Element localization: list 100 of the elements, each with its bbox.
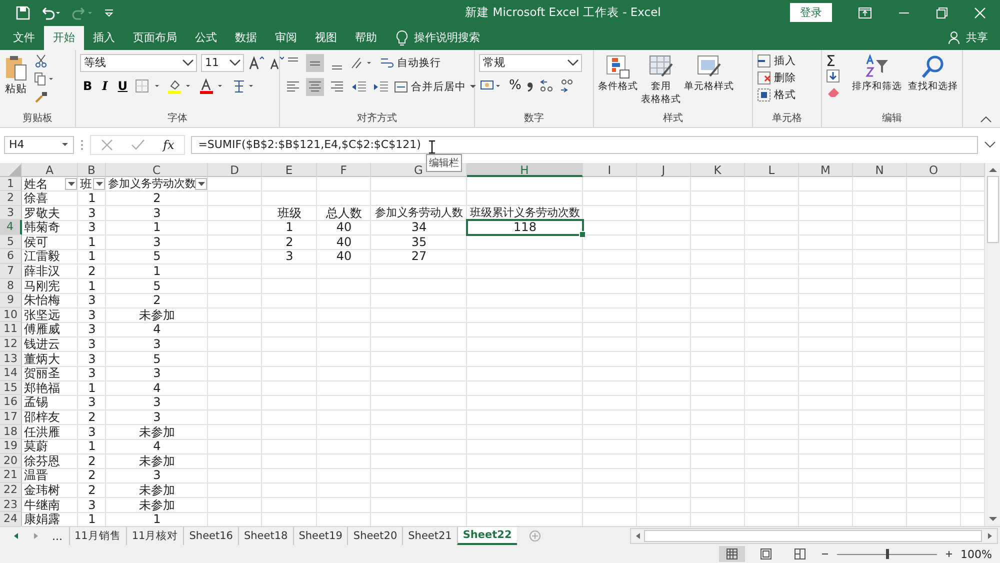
cut-icon[interactable] (34, 54, 48, 68)
scrollbar-thumb[interactable] (644, 530, 982, 542)
ribbon-tab[interactable]: 帮助 (346, 26, 386, 50)
table-cell: 3 (88, 424, 96, 440)
drag-handle-icon[interactable] (80, 138, 84, 150)
font-style-button[interactable]: I (99, 78, 111, 93)
chevron-down-icon (567, 58, 579, 67)
ribbon-tab[interactable]: 视图 (306, 26, 346, 50)
undo-icon[interactable] (40, 6, 62, 20)
filter-button[interactable] (65, 178, 77, 190)
zoom-in-icon[interactable] (944, 550, 953, 558)
font-size-dropdown[interactable]: 11 (201, 54, 244, 72)
lightbulb-icon (396, 30, 408, 46)
table-cell: 韩菊奇 (24, 220, 60, 235)
zoom-level[interactable]: 100% (960, 548, 992, 561)
ribbon-tab[interactable]: 数据 (226, 26, 266, 50)
fill-handle[interactable] (579, 230, 586, 238)
decrease-font-icon[interactable] (268, 54, 284, 71)
previous-sheet-icon[interactable] (12, 532, 20, 540)
tooltip: 编辑栏 (426, 154, 462, 172)
save-icon[interactable] (16, 6, 30, 20)
number-format-dropdown[interactable]: 常规 (479, 54, 582, 72)
scroll-up-icon[interactable] (988, 166, 998, 174)
font-name-dropdown[interactable]: 等线 (80, 54, 197, 72)
conditional-formatting-button[interactable]: 条件格式 (598, 54, 638, 93)
table-cell: 张坚远 (24, 308, 60, 322)
fill-down-icon[interactable] (826, 68, 840, 83)
decrease-decimal-icon[interactable] (559, 78, 576, 94)
share-button[interactable]: 共享 (966, 30, 988, 46)
increase-decimal-icon[interactable] (539, 78, 556, 94)
scroll-right-icon[interactable] (986, 532, 994, 540)
tell-me-search[interactable]: 操作说明搜索 (414, 30, 480, 46)
table-cell: 3 (88, 322, 96, 338)
person-icon[interactable] (948, 31, 960, 44)
ribbon-tab[interactable]: 插入 (84, 26, 124, 50)
table-cell: 康娟露 (24, 512, 60, 526)
wrap-text-button[interactable]: 自动换行 (380, 56, 441, 70)
more-sheets-button[interactable]: ... (52, 530, 62, 543)
scrollbar-thumb[interactable] (986, 176, 998, 242)
customize-caret-icon[interactable] (104, 8, 114, 18)
horizontal-align-icon[interactable] (306, 78, 324, 96)
close-icon[interactable] (974, 6, 986, 19)
page-break-icon (794, 548, 806, 560)
autosum-button[interactable]: Σ (826, 52, 836, 70)
view-button[interactable] (718, 546, 745, 562)
sort-filter-button[interactable]: 排序和筛选 (852, 54, 902, 93)
scroll-down-icon[interactable] (988, 515, 998, 524)
table-cell: 1 (153, 264, 161, 279)
horizontal-scrollbar[interactable] (630, 528, 998, 544)
paste-button[interactable]: 粘贴 (4, 54, 28, 96)
group-label: 编辑 (882, 112, 902, 124)
insert-cells-button[interactable]: 插入 (757, 54, 796, 68)
table-cell: 27 (411, 249, 427, 264)
cell-styles-button[interactable]: 单元格样式 (684, 54, 734, 93)
table-cell: 任洪雁 (24, 424, 60, 440)
table-cell: 参加义务劳动人数 (375, 206, 463, 220)
delete-cells-button[interactable]: 删除 (757, 70, 796, 85)
ribbon-tab[interactable]: 开始 (44, 26, 84, 50)
page-layout-icon (760, 548, 772, 560)
format-as-table-button[interactable]: 套用 表格格式 (641, 54, 681, 106)
format-cells-button[interactable]: 格式 (757, 88, 796, 102)
vertical-align-icon[interactable] (306, 54, 324, 72)
table-cell: 2 (88, 482, 96, 498)
group-label: 对齐方式 (357, 112, 397, 124)
zoom-slider-thumb[interactable] (886, 549, 889, 560)
percent-button[interactable]: % (509, 78, 522, 94)
table-cell: 徐喜 (24, 191, 48, 206)
table-cell: 3 (153, 337, 161, 352)
font-style-button[interactable]: B (80, 78, 96, 93)
ribbon-tab[interactable]: 公式 (186, 26, 226, 50)
copy-icon[interactable] (34, 72, 54, 86)
table-cell: 1 (153, 220, 161, 235)
font-style-button[interactable]: U (114, 78, 131, 93)
window-title: 新建 Microsoft Excel 工作表 - Excel (464, 5, 662, 20)
expand-formula-icon[interactable] (984, 140, 996, 148)
caret-icon (96, 182, 102, 186)
ribbon-tab[interactable]: 审阅 (266, 26, 306, 50)
table-cell: 总人数 (326, 206, 362, 220)
format-painter-icon[interactable] (34, 90, 48, 104)
clipboard-icon (4, 54, 28, 82)
increase-font-icon[interactable] (248, 54, 264, 71)
name-box[interactable]: H4 (4, 136, 74, 154)
collapse-ribbon-icon[interactable] (980, 114, 992, 122)
table-cell: 班 (80, 176, 92, 192)
insert-function-button[interactable]: fx (163, 138, 174, 152)
column-header[interactable]: A (46, 162, 54, 176)
merge-center-button[interactable]: 合并后居中 (394, 80, 477, 94)
find-select-button[interactable]: 查找和选择 (908, 54, 958, 93)
login-button[interactable]: 登录 (790, 3, 832, 22)
filter-button[interactable] (195, 178, 207, 190)
ribbon-display-icon[interactable] (858, 6, 872, 19)
ribbon-tab[interactable]: 页面布局 (124, 26, 186, 50)
sheet-tab[interactable]: Sheet22 (456, 527, 517, 546)
table-cell: 3 (153, 395, 161, 410)
table-cell: 3 (88, 395, 96, 410)
ribbon-tab[interactable]: 文件 (4, 26, 44, 50)
filter-button[interactable] (93, 178, 105, 190)
table-cell: 4 (153, 380, 161, 396)
restore-icon[interactable] (936, 6, 948, 19)
column-header[interactable]: C (152, 162, 161, 176)
